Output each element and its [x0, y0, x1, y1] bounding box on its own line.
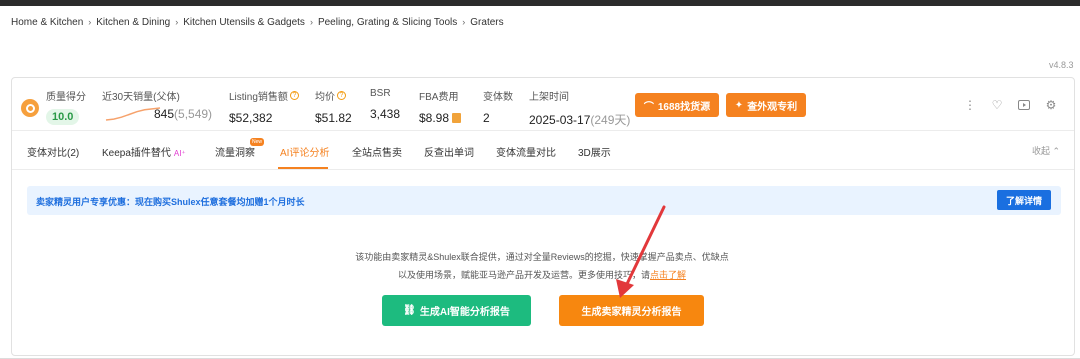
promo-text: 卖家精灵用户专享优惠：现在购买Shulex任意套餐均加赠1个月时长 — [36, 197, 305, 207]
patent-search-button[interactable]: ✦ 查外观专利 — [726, 93, 806, 117]
breadcrumb-separator: › — [88, 17, 92, 27]
stat-variants: 变体数 2 — [483, 88, 513, 125]
stat-label: Listing销售额 — [229, 92, 288, 103]
breadcrumb-item[interactable]: Kitchen & Dining — [96, 17, 170, 28]
tab-variant-compare[interactable]: 变体对比(2) — [27, 144, 79, 159]
feature-description: 该功能由卖家精灵&Shulex联合提供，通过对全量Reviews的挖掘，快速掌握… — [272, 248, 812, 284]
stat-label: 上架时间 — [529, 92, 569, 103]
patent-icon: ✦ — [734, 99, 744, 111]
sales30-value: 845 — [154, 107, 175, 121]
collapse-label: 收起 — [1032, 146, 1051, 156]
stats-divider — [12, 130, 1074, 131]
learn-more-button[interactable]: 了解详情 — [997, 190, 1051, 210]
promo-banner: 卖家精灵用户专享优惠：现在购买Shulex任意套餐均加赠1个月时长 了解详情 — [27, 186, 1061, 215]
stat-avg-price: 均价? $51.82 — [315, 88, 352, 125]
stat-label: BSR — [370, 88, 391, 99]
stat-label: FBA费用 — [419, 92, 459, 103]
stat-sales30-values: . 845(5,549) — [154, 88, 212, 121]
tab-traffic-insight[interactable]: 流量洞察 — [215, 144, 255, 159]
tab-keepa-alternative[interactable]: Keepa插件替代 AI⁺ — [102, 144, 186, 159]
breadcrumb-separator: › — [175, 17, 179, 27]
stat-launch: 上架时间 2025-03-17(249天) — [529, 88, 630, 128]
breadcrumb-separator: › — [462, 17, 466, 27]
breadcrumb-item[interactable]: Peeling, Grating & Slicing Tools — [318, 17, 457, 28]
variants-value: 2 — [483, 111, 490, 125]
avg-price-value: $51.82 — [315, 111, 352, 125]
seller-sprite-panel: 质量得分 10.0 近30天销量(父体) . 845(5,549) Listin… — [11, 77, 1075, 356]
collapse-button[interactable]: 收起 ⌃ — [1032, 144, 1060, 157]
stat-listing-sales: Listing销售额? $52,382 — [229, 88, 299, 125]
ai-badge: AI⁺ — [173, 149, 186, 158]
fba-value: $8.98 — [419, 111, 450, 125]
listing-sales-value: $52,382 — [229, 111, 273, 125]
bsr-value: 3,438 — [370, 107, 401, 121]
generate-ai-report-label: 生成AI智能分析报告 — [419, 307, 510, 318]
more-icon[interactable]: ⋮ — [962, 97, 978, 113]
breadcrumb: Home & Kitchen › Kitchen & Dining › Kitchen … — [11, 17, 504, 28]
breadcrumb-item[interactable]: Kitchen Utensils & Gadgets — [183, 17, 305, 28]
chevron-up-icon: ⌃ — [1052, 146, 1061, 156]
stat-quality: 质量得分 10.0 — [46, 88, 86, 125]
coin-logo-icon — [21, 99, 39, 117]
generate-seller-report-button[interactable]: 生成卖家精灵分析报告 — [559, 295, 704, 326]
tab-label: Keepa插件替代 — [102, 148, 171, 159]
tab-variant-traffic-compare[interactable]: 变体流量对比 — [496, 144, 556, 159]
video-icon[interactable] — [1016, 97, 1032, 113]
generate-ai-report-button[interactable]: ⛓ 生成AI智能分析报告 — [382, 295, 531, 326]
source-1688-label: 1688找货源 — [657, 101, 711, 113]
learn-more-link[interactable]: 点击了解 — [650, 270, 686, 280]
heart-icon[interactable]: ♡ — [989, 97, 1005, 113]
stat-label: 质量得分 — [46, 92, 86, 103]
tab-ai-review-analysis[interactable]: AI评论分析 — [280, 144, 329, 159]
stat-fba: FBA费用 $8.98 — [419, 88, 462, 125]
sparkline-line — [105, 107, 161, 121]
new-badge: New — [250, 138, 265, 146]
tab-all-sites-sales[interactable]: 全站点售卖 — [352, 144, 402, 159]
stat-label: 均价 — [315, 92, 335, 103]
quality-score-badge: 10.0 — [46, 109, 80, 125]
tabs-divider — [12, 169, 1074, 170]
patent-search-label: 查外观专利 — [747, 101, 798, 113]
alibaba-icon: ⌒ — [643, 101, 654, 113]
source-1688-button[interactable]: ⌒ 1688找货源 — [635, 93, 719, 117]
stat-bsr: BSR 3,438 — [370, 88, 400, 121]
tab-reverse-keywords[interactable]: 反查出单词 — [424, 144, 474, 159]
launch-date-value: 2025-03-17 — [529, 113, 591, 127]
version-label: v4.8.3 — [1049, 60, 1074, 70]
link-icon: ⛓ — [403, 305, 416, 316]
help-icon[interactable]: ? — [289, 91, 299, 100]
stat-label: 变体数 — [483, 92, 513, 103]
window-top-border — [0, 0, 1080, 6]
breadcrumb-item[interactable]: Graters — [470, 17, 503, 28]
description-line-1: 该功能由卖家精灵&Shulex联合提供，通过对全量Reviews的挖掘，快速掌握… — [355, 252, 729, 262]
help-icon[interactable]: ? — [337, 91, 346, 100]
launch-days-value: (249天) — [590, 113, 631, 127]
description-line-2: 以及使用场景，赋能亚马逊产品开发及运营。更多使用技巧，请点击了解 — [397, 270, 687, 280]
tab-3d-view[interactable]: 3D展示 — [578, 144, 611, 159]
breadcrumb-item[interactable]: Home & Kitchen — [11, 17, 83, 28]
fba-icon[interactable] — [452, 113, 462, 123]
breadcrumb-separator: › — [309, 17, 313, 27]
settings-icon[interactable]: ⚙ — [1043, 97, 1059, 113]
sales30-parent-value: (5,549) — [174, 107, 213, 121]
